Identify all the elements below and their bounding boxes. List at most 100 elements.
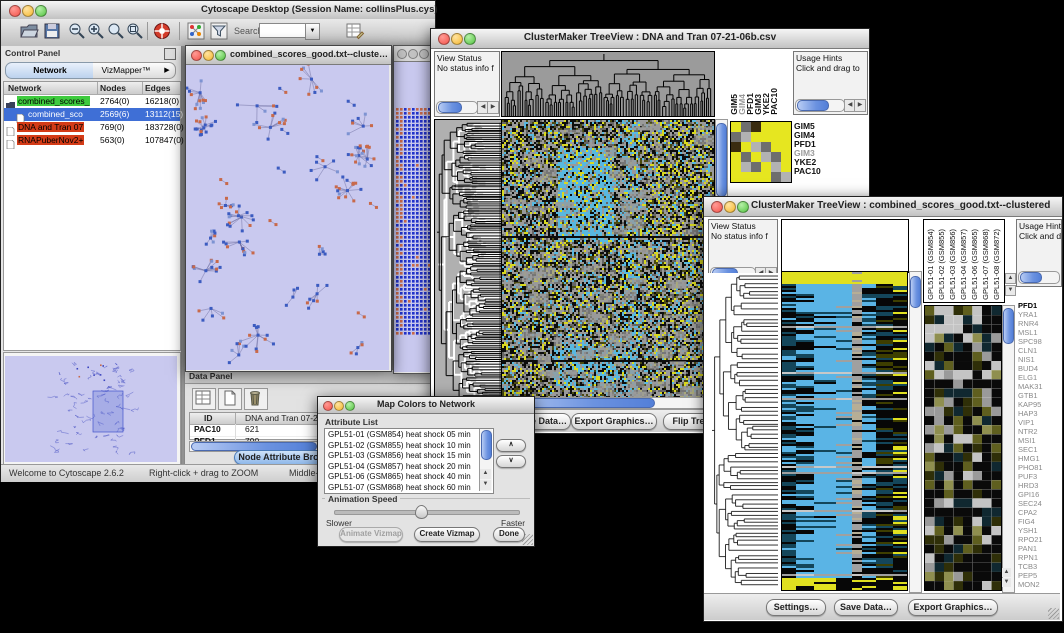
- gene-label[interactable]: GTB1: [1018, 391, 1038, 400]
- usage-hscrollbar[interactable]: [1018, 271, 1060, 284]
- zoom-window-icon[interactable]: [419, 49, 429, 59]
- zoom-vscrollbar[interactable]: ▲ ▼: [1002, 305, 1015, 593]
- gene-label[interactable]: FIG4: [1018, 517, 1035, 526]
- column-dendrogram-area[interactable]: [781, 219, 909, 273]
- dialog-button-done[interactable]: Done: [493, 527, 525, 542]
- gene-label[interactable]: SEC1: [1018, 445, 1038, 454]
- gene-label[interactable]: PUF3: [1018, 472, 1037, 481]
- attribute-list-item[interactable]: GPL51-03 (GSM856) heat shock 15 min: [328, 451, 471, 460]
- move-up-button[interactable]: ∧: [496, 439, 526, 452]
- network-list-row[interactable]: combined_sco2569(6)13112(15): [4, 108, 180, 121]
- close-icon[interactable]: [397, 49, 407, 59]
- scroll-right-icon[interactable]: ▶: [487, 101, 499, 114]
- float-panel-icon[interactable]: [164, 48, 176, 60]
- gene-label[interactable]: YRA1: [1018, 310, 1038, 319]
- minimize-icon[interactable]: [451, 33, 463, 45]
- list-vscrollbar[interactable]: ▲ ▼: [479, 429, 492, 491]
- gene-label[interactable]: SPC98: [1018, 337, 1042, 346]
- col-header-nodes[interactable]: Nodes: [100, 83, 126, 93]
- minimize-icon[interactable]: [408, 49, 418, 59]
- search-input[interactable]: [259, 23, 309, 38]
- zoom-window-icon[interactable]: [345, 401, 355, 411]
- tab-overflow-arrow[interactable]: ▶: [159, 62, 176, 79]
- scrollbar-thumb[interactable]: [797, 100, 829, 111]
- dialog-button-create-vizmap[interactable]: Create Vizmap: [414, 527, 480, 542]
- attribute-table-icon[interactable]: [192, 388, 216, 410]
- gene-label[interactable]: GPI16: [1018, 490, 1039, 499]
- attribute-list-item[interactable]: GPL51-07 (GSM868) heat shock 60 min: [328, 483, 471, 492]
- tab-network[interactable]: Network: [5, 62, 95, 79]
- network-overview-canvas[interactable]: [5, 356, 177, 462]
- new-attribute-icon[interactable]: [218, 388, 242, 410]
- col-header-edges[interactable]: Edges: [145, 83, 171, 93]
- close-icon[interactable]: [323, 401, 333, 411]
- gene-label[interactable]: KAP95: [1018, 400, 1041, 409]
- gene-label[interactable]: MON2: [1018, 580, 1040, 589]
- gene-label[interactable]: PAN1: [1018, 544, 1037, 553]
- attribute-list-item[interactable]: GPL51-01 (GSM854) heat shock 05 min: [328, 430, 471, 439]
- dialog-button-animate-vizmap[interactable]: Animate Vizmap: [339, 527, 403, 542]
- tab-vizmapper[interactable]: VizMapper™: [93, 62, 160, 79]
- gene-label[interactable]: YSH1: [1018, 526, 1038, 535]
- row-dendrogram-canvas[interactable]: [708, 273, 778, 589]
- gene-label[interactable]: RPN1: [1018, 553, 1038, 562]
- table-edit-icon[interactable]: [345, 21, 365, 41]
- scrollbar-thumb[interactable]: [716, 123, 727, 197]
- heatmap-canvas[interactable]: [501, 119, 715, 404]
- gene-label[interactable]: CPA2: [1018, 508, 1037, 517]
- minimize-icon[interactable]: [22, 5, 34, 17]
- row-label[interactable]: PAC10: [794, 166, 821, 176]
- search-dropdown-icon[interactable]: ▼: [305, 23, 320, 40]
- view-status-hscrollbar[interactable]: [436, 101, 478, 114]
- gene-label[interactable]: TCB3: [1018, 562, 1037, 571]
- usage-hscrollbar[interactable]: [795, 99, 845, 112]
- network-list-row[interactable]: combined_scores_2764(0)16218(0): [4, 95, 180, 108]
- scroll-up-icon[interactable]: ▲: [1005, 273, 1016, 284]
- gene-label[interactable]: PHO81: [1018, 463, 1043, 472]
- treeview-button-save-data-[interactable]: Save Data…: [834, 599, 898, 616]
- column-label[interactable]: GPL51-07 (GSM868): [981, 229, 990, 300]
- attribute-list-item[interactable]: GPL51-04 (GSM857) heat shock 20 min: [328, 462, 471, 471]
- gene-label[interactable]: SEC24: [1018, 499, 1042, 508]
- gene-label[interactable]: CLN1: [1018, 346, 1037, 355]
- zoom-in-icon[interactable]: [86, 21, 106, 41]
- zoom-window-icon[interactable]: [737, 201, 749, 213]
- close-icon[interactable]: [711, 201, 723, 213]
- filter-funnel-icon[interactable]: [209, 21, 229, 41]
- network-nodes-icon[interactable]: [186, 21, 206, 41]
- gene-label[interactable]: HRD3: [1018, 481, 1038, 490]
- scroll-up-icon[interactable]: ▲: [480, 469, 491, 479]
- gene-label[interactable]: PEP5: [1018, 571, 1037, 580]
- move-down-button[interactable]: ∨: [496, 455, 526, 468]
- network-list-row[interactable]: RNAPuberNov2+563(0)107847(0): [4, 134, 180, 147]
- scroll-down-icon[interactable]: ▼: [480, 480, 491, 490]
- row-dendrogram-canvas[interactable]: [434, 119, 502, 404]
- scrollbar-thumb[interactable]: [481, 430, 492, 460]
- zoom-out-icon[interactable]: [67, 21, 87, 41]
- submatrix-canvas[interactable]: [730, 121, 792, 183]
- close-icon[interactable]: [438, 33, 450, 45]
- scrollbar-thumb[interactable]: [1003, 308, 1014, 344]
- gene-label[interactable]: ELG1: [1018, 373, 1037, 382]
- scrollbar-thumb[interactable]: [1020, 272, 1042, 283]
- column-label[interactable]: GPL51-02 (GSM855): [937, 229, 946, 300]
- col-header-network[interactable]: Network: [8, 83, 42, 93]
- attribute-list-item[interactable]: GPL51-06 (GSM865) heat shock 40 min: [328, 472, 471, 481]
- gene-label[interactable]: PFD1: [1018, 301, 1037, 310]
- treeview1-titlebar[interactable]: ClusterMaker TreeView : DNA and Tran 07-…: [431, 29, 869, 49]
- gene-label[interactable]: RPO21: [1018, 535, 1043, 544]
- heatmap-canvas[interactable]: [781, 271, 908, 591]
- scrollbar-thumb[interactable]: [910, 276, 921, 308]
- close-icon[interactable]: [191, 50, 202, 61]
- column-dendrogram-canvas[interactable]: [501, 51, 715, 117]
- scroll-down-icon[interactable]: ▼: [1002, 578, 1011, 587]
- network1-view-canvas[interactable]: [186, 65, 389, 370]
- gene-label[interactable]: NIS1: [1018, 355, 1035, 364]
- zoom-selected-icon[interactable]: [125, 21, 145, 41]
- column-label[interactable]: GPL51-04 (GSM857): [959, 229, 968, 300]
- column-label[interactable]: PAC10: [769, 88, 779, 115]
- delete-attribute-trash-icon[interactable]: [244, 388, 268, 410]
- treeview-button-settings-[interactable]: Settings…: [766, 599, 826, 616]
- treeview-button-export-graphics-[interactable]: Export Graphics…: [571, 413, 657, 430]
- resize-grip[interactable]: [1048, 608, 1059, 619]
